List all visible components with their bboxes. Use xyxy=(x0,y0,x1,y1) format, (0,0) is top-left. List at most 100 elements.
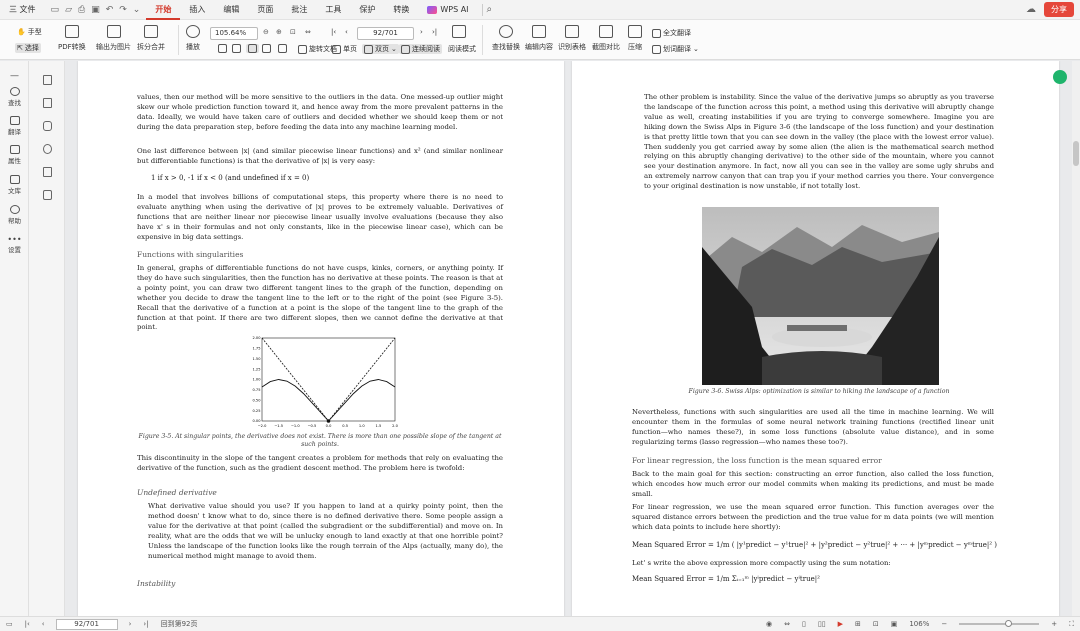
screen-icon[interactable]: ▣ xyxy=(885,620,904,628)
cursor-icon: ⇱ xyxy=(17,44,23,52)
double-page-icon[interactable]: ▯▯ xyxy=(812,620,832,628)
compare-button[interactable]: 截图对比 xyxy=(592,25,620,52)
tab-home[interactable]: 开始 xyxy=(146,0,181,20)
layers-icon[interactable] xyxy=(43,190,52,200)
new-icon[interactable]: ▭ xyxy=(51,5,60,15)
document-viewport[interactable]: values, then our method will be more sen… xyxy=(65,61,1080,616)
page-number-input[interactable]: 92/701 xyxy=(357,27,414,40)
last-page-icon[interactable]: ›| xyxy=(137,620,154,628)
sidebar-toggle-icon[interactable]: ▭ xyxy=(0,620,19,628)
more-icon[interactable]: ⌄ xyxy=(133,5,141,15)
quick-access: ▭ ▱ ⎙ ▣ ↶ ↷ ⌄ xyxy=(45,5,147,15)
tab-convert[interactable]: 转换 xyxy=(384,0,418,20)
file-menu[interactable]: 三 文件 xyxy=(0,0,45,20)
fit-width-icon[interactable]: ⇔ xyxy=(778,620,796,628)
zoom-in-icon[interactable]: + xyxy=(1045,620,1063,628)
export-image-button[interactable]: 输出为图片 xyxy=(96,25,131,52)
edit-content-button[interactable]: 编辑内容 xyxy=(525,25,553,52)
zoom-slider-knob[interactable] xyxy=(1005,620,1013,627)
find-replace-button[interactable]: 查找替换 xyxy=(492,25,520,52)
view-icon-5[interactable] xyxy=(278,44,287,53)
sidebar-item-help[interactable]: 帮助 xyxy=(0,205,29,225)
prev-page-icon[interactable]: ‹ xyxy=(345,28,348,36)
zoom-out-icon[interactable]: ⊖ xyxy=(263,28,269,36)
save-icon[interactable]: ▣ xyxy=(91,5,100,15)
vertical-scrollbar[interactable] xyxy=(1072,61,1080,616)
single-page-button[interactable]: 单页 xyxy=(332,44,357,54)
zoom-input[interactable]: 105.64% xyxy=(210,27,258,40)
tab-tools[interactable]: 工具 xyxy=(316,0,350,20)
signature-icon[interactable] xyxy=(43,167,52,177)
scrollbar-thumb[interactable] xyxy=(1073,141,1079,166)
read-mode-button[interactable]: 阅读模式 xyxy=(448,44,476,54)
sidebar-item-library[interactable]: 文库 xyxy=(0,175,29,195)
print-icon[interactable]: ⎙ xyxy=(78,5,85,15)
cloud-sync-icon[interactable]: ☁ xyxy=(1026,4,1036,15)
tab-edit[interactable]: 编辑 xyxy=(214,0,248,20)
read-mode-top[interactable] xyxy=(452,25,466,42)
section-heading: For linear regression, the loss function… xyxy=(632,456,882,465)
split-merge-button[interactable]: 拆分合并 xyxy=(137,25,165,52)
sidebar-toggle[interactable]: — xyxy=(0,71,29,81)
first-page-icon[interactable]: |‹ xyxy=(19,620,36,628)
view-icon-3[interactable] xyxy=(246,44,259,53)
thumbnail-icon[interactable] xyxy=(43,98,52,108)
sidebar-item-properties[interactable]: 属性 xyxy=(0,145,29,165)
sidebar-item-translate[interactable]: 翻译 xyxy=(0,116,29,136)
sidebar-item-settings[interactable]: ••• 设置 xyxy=(0,235,29,254)
redo-icon[interactable]: ↷ xyxy=(119,5,127,15)
next-page-icon[interactable]: › xyxy=(420,28,423,36)
x-tick-label: 0.0 xyxy=(326,424,332,428)
fit-icon[interactable]: ⊡ xyxy=(867,620,885,628)
view-icon-4[interactable] xyxy=(262,44,271,53)
translate-full-button[interactable]: 全文翻译 xyxy=(652,28,691,38)
open-icon[interactable]: ▱ xyxy=(65,5,72,15)
ocr-table-button[interactable]: 识别表格 xyxy=(558,25,586,52)
view-icon-1[interactable] xyxy=(218,44,227,53)
attachment-icon[interactable] xyxy=(43,144,52,154)
double-page-button[interactable]: 双页 ⌄ xyxy=(362,44,399,54)
compress-button[interactable]: 压缩 xyxy=(628,25,642,52)
sidebar-item-find[interactable]: 查找 xyxy=(0,87,29,107)
singular-point xyxy=(326,419,331,423)
eye-icon[interactable]: ◉ xyxy=(760,620,778,628)
pdf-convert-button[interactable]: PDF转换 xyxy=(58,25,86,52)
search-icon[interactable]: ⌕ xyxy=(487,4,493,15)
tab-comment[interactable]: 批注 xyxy=(282,0,316,20)
x-tick-label: 1.0 xyxy=(359,424,365,428)
continuous-read-button[interactable]: 连续阅读 xyxy=(399,44,442,54)
fit-width-icon[interactable]: ⇔ xyxy=(305,28,311,36)
zoom-slider[interactable] xyxy=(959,620,1040,627)
comment-icon[interactable] xyxy=(43,121,52,131)
next-page-icon[interactable]: › xyxy=(123,620,138,628)
first-page-icon[interactable]: |‹ xyxy=(331,28,336,36)
play-icon xyxy=(186,25,200,38)
x-tick-label: 2.0 xyxy=(392,424,398,428)
translate-word-button[interactable]: 划词翻译 ⌄ xyxy=(652,44,699,54)
formula: Mean Squared Error = 1/m ( |y¹predict − … xyxy=(632,541,998,549)
single-page-icon[interactable]: ▯ xyxy=(796,620,812,628)
wps-ai-button[interactable]: WPS AI xyxy=(418,0,477,20)
bookmark-icon[interactable] xyxy=(43,75,52,85)
undo-icon[interactable]: ↶ xyxy=(106,5,114,15)
share-button[interactable]: 分享 xyxy=(1044,2,1074,17)
zoom-out-icon[interactable]: − xyxy=(935,620,953,628)
last-page-icon[interactable]: ›| xyxy=(432,28,437,36)
zoom-in-icon[interactable]: ⊕ xyxy=(276,28,282,36)
prev-page-icon[interactable]: ‹ xyxy=(36,620,51,628)
zoom-level[interactable]: 106% xyxy=(903,620,935,628)
play-icon[interactable]: ▶ xyxy=(832,620,849,628)
fit-page-icon[interactable]: ⊡ xyxy=(290,28,296,36)
tab-insert[interactable]: 插入 xyxy=(180,0,214,20)
select-tool[interactable]: ⇱ 选择 xyxy=(15,43,41,53)
hand-tool[interactable]: ✋ 手型 xyxy=(17,27,42,37)
tab-page[interactable]: 页面 xyxy=(248,0,282,20)
back-to-page-link[interactable]: 回到第92页 xyxy=(155,619,204,629)
tab-protect[interactable]: 保护 xyxy=(350,0,384,20)
status-page-input[interactable]: 92/701 xyxy=(55,618,118,630)
fullscreen-icon[interactable]: ⛶ xyxy=(1063,620,1080,629)
ai-assistant-icon[interactable] xyxy=(1053,70,1067,84)
grid-icon[interactable]: ⊞ xyxy=(849,620,867,628)
view-icon-2[interactable] xyxy=(232,44,241,53)
play-button[interactable]: 播放 xyxy=(186,25,200,52)
